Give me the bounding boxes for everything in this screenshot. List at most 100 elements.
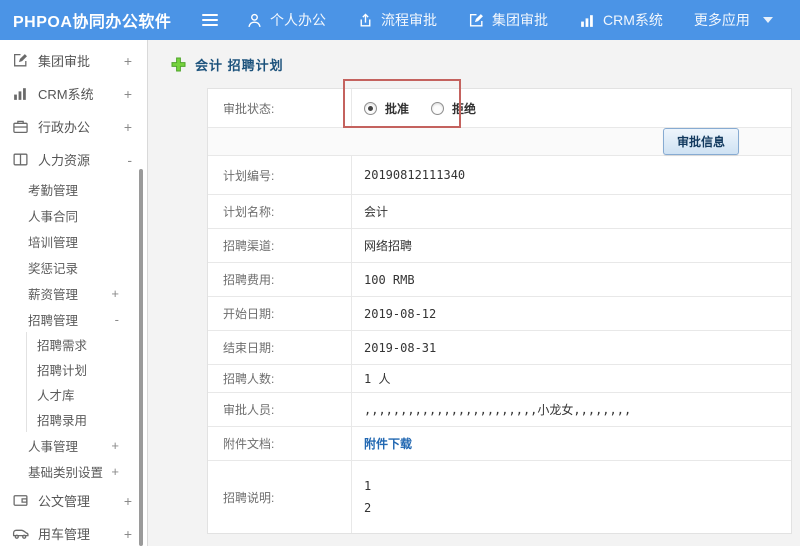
expand-plus-icon[interactable]: + bbox=[111, 286, 119, 301]
sidebar-item-label: 人事管理 bbox=[28, 439, 79, 454]
sidebar-item-label: 考勤管理 bbox=[28, 183, 79, 198]
user-icon bbox=[246, 12, 263, 29]
field-label: 开始日期: bbox=[208, 297, 352, 330]
sidebar-item-label: 奖惩记录 bbox=[28, 261, 79, 276]
process-icon bbox=[357, 12, 374, 29]
field-value: 100 RMB bbox=[364, 272, 415, 287]
sidebar-item-group-approval[interactable]: 集团审批 + bbox=[0, 44, 147, 77]
nav-group-approval[interactable]: 集团审批 bbox=[468, 10, 548, 30]
field-value: 会计 bbox=[364, 205, 389, 219]
sidebar-item-salary-mgmt[interactable]: 薪资管理 + bbox=[0, 280, 147, 306]
field-value: 2019-08-12 bbox=[364, 306, 437, 321]
sidebar-item-label: CRM系统 bbox=[38, 87, 94, 102]
sidebar-scrollbar[interactable] bbox=[139, 169, 143, 546]
nav-label: 集团审批 bbox=[492, 12, 548, 28]
field-label: 结束日期: bbox=[208, 331, 352, 364]
app-title: PHPOA协同办公软件 bbox=[13, 14, 172, 31]
field-label: 招聘渠道: bbox=[208, 229, 352, 262]
radio-reject-label: 拒绝 bbox=[452, 101, 477, 116]
sidebar-item-vehicle-mgmt[interactable]: 用车管理 + bbox=[0, 517, 147, 546]
sidebar-item-human-resources[interactable]: 人力资源 - bbox=[0, 143, 147, 176]
expand-plus-icon[interactable]: + bbox=[111, 438, 119, 453]
attachment-download-link[interactable]: 附件下载 bbox=[364, 435, 412, 452]
sidebar-item-personnel-mgmt[interactable]: 人事管理 + bbox=[0, 432, 147, 458]
sidebar-item-training-mgmt[interactable]: 培训管理 bbox=[0, 228, 147, 254]
collapse-minus-icon[interactable]: - bbox=[127, 152, 137, 168]
sidebar-item-base-category-settings[interactable]: 基础类别设置 + bbox=[0, 458, 147, 484]
expand-plus-icon[interactable]: + bbox=[124, 493, 137, 509]
sidebar-item-label: 人事合同 bbox=[28, 209, 79, 224]
sidebar-item-label: 招聘管理 bbox=[28, 313, 79, 328]
sidebar-item-reward-punishment[interactable]: 奖惩记录 bbox=[0, 254, 147, 280]
field-label: 计划编号: bbox=[208, 156, 352, 194]
row-end-date: 结束日期: 2019-08-31 bbox=[208, 331, 791, 365]
field-value: 20190812111340 bbox=[364, 168, 466, 182]
sidebar-item-document-mgmt[interactable]: 公文管理 + bbox=[0, 484, 147, 517]
field-label: 招聘人数: bbox=[208, 365, 352, 392]
approval-info-button[interactable]: 审批信息 bbox=[662, 128, 739, 155]
sidebar-item-recruit-mgmt[interactable]: 招聘管理 - bbox=[0, 306, 147, 332]
document-icon bbox=[12, 492, 29, 509]
radio-reject[interactable] bbox=[431, 101, 445, 115]
sidebar-item-personnel-contract[interactable]: 人事合同 bbox=[0, 202, 147, 228]
sidebar-item-label: 薪资管理 bbox=[28, 287, 79, 302]
bar-chart-icon bbox=[12, 85, 29, 102]
nav-label: 流程审批 bbox=[381, 12, 437, 28]
add-plus-icon[interactable] bbox=[171, 57, 186, 72]
sidebar-item-label: 招聘需求 bbox=[37, 339, 88, 353]
sidebar-item-label: 招聘录用 bbox=[37, 414, 88, 428]
field-value: 网络招聘 bbox=[364, 239, 413, 253]
bar-chart-icon bbox=[579, 12, 596, 29]
breadcrumb: 会计 招聘计划 bbox=[148, 40, 800, 88]
nav-process-approval[interactable]: 流程审批 bbox=[357, 10, 437, 30]
sidebar-item-label: 人力资源 bbox=[38, 153, 91, 168]
row-plan-name: 计划名称: 会计 bbox=[208, 195, 791, 229]
row-recruit-description: 招聘说明: 1 2 bbox=[208, 461, 791, 533]
field-value: ,,,,,,,,,,,,,,,,,,,,,,,,小龙女,,,,,,,, bbox=[364, 403, 632, 417]
menu-toggle-icon[interactable] bbox=[202, 14, 218, 26]
row-start-date: 开始日期: 2019-08-12 bbox=[208, 297, 791, 331]
briefcase-icon bbox=[12, 118, 29, 135]
nav-label: 更多应用 bbox=[693, 12, 750, 28]
page-title: 会计 招聘计划 bbox=[195, 57, 284, 73]
topbar: PHPOA协同办公软件 个人办公 流程审批 集团审批 CRM系统 更多应用 bbox=[0, 0, 800, 40]
expand-plus-icon[interactable]: + bbox=[124, 53, 137, 69]
row-approval-status: 审批状态: 批准 拒绝 bbox=[208, 89, 791, 128]
nav-more-apps[interactable]: 更多应用 bbox=[694, 10, 773, 30]
expand-plus-icon[interactable]: + bbox=[111, 464, 119, 479]
main-content: 会计 招聘计划 审批状态: 批准 拒绝 审批信息 计划编号: 201908121… bbox=[148, 40, 800, 546]
sidebar: 集团审批 + CRM系统 + 行政办公 + 人力资源 - 考勤管理 人事合同 培… bbox=[0, 40, 148, 546]
sidebar-item-recruit-plan[interactable]: 招聘计划 bbox=[26, 357, 147, 382]
sidebar-item-recruit-demand[interactable]: 招聘需求 bbox=[26, 332, 147, 357]
row-plan-number: 计划编号: 20190812111340 bbox=[208, 156, 791, 195]
caret-down-icon bbox=[762, 17, 773, 23]
field-value: 1 人 bbox=[364, 372, 391, 386]
car-icon bbox=[12, 525, 29, 542]
expand-plus-icon[interactable]: + bbox=[124, 86, 137, 102]
radio-approve[interactable] bbox=[364, 101, 377, 115]
collapse-minus-icon[interactable]: - bbox=[115, 312, 119, 327]
expand-plus-icon[interactable]: + bbox=[124, 119, 137, 135]
sidebar-item-crm-system[interactable]: CRM系统 + bbox=[0, 77, 147, 110]
row-approve-button: 审批信息 bbox=[208, 128, 791, 156]
field-label: 附件文档: bbox=[208, 427, 352, 460]
field-label: 招聘费用: bbox=[208, 263, 352, 296]
field-label: 审批人员: bbox=[208, 393, 352, 426]
description-line: 1 bbox=[364, 479, 372, 493]
sidebar-item-attendance-mgmt[interactable]: 考勤管理 bbox=[0, 176, 147, 202]
sidebar-item-admin-office[interactable]: 行政办公 + bbox=[0, 110, 147, 143]
expand-plus-icon[interactable]: + bbox=[124, 526, 137, 542]
nav-personal-office[interactable]: 个人办公 bbox=[246, 10, 326, 30]
row-attachment: 附件文档: 附件下载 bbox=[208, 427, 791, 461]
sidebar-item-talent-pool[interactable]: 人才库 bbox=[26, 382, 147, 407]
field-label: 计划名称: bbox=[208, 195, 352, 228]
nav-crm-system[interactable]: CRM系统 bbox=[579, 10, 663, 30]
sidebar-item-label: 基础类别设置 bbox=[28, 465, 104, 480]
nav-label: CRM系统 bbox=[603, 12, 663, 28]
sidebar-item-recruit-hiring[interactable]: 招聘录用 bbox=[26, 407, 147, 432]
row-recruit-headcount: 招聘人数: 1 人 bbox=[208, 365, 791, 393]
description-line: 2 bbox=[364, 501, 372, 515]
sidebar-item-label: 集团审批 bbox=[38, 54, 91, 69]
row-approvers: 审批人员: ,,,,,,,,,,,,,,,,,,,,,,,,小龙女,,,,,,,… bbox=[208, 393, 791, 427]
approve-radio-group: 批准 拒绝 bbox=[364, 100, 490, 117]
